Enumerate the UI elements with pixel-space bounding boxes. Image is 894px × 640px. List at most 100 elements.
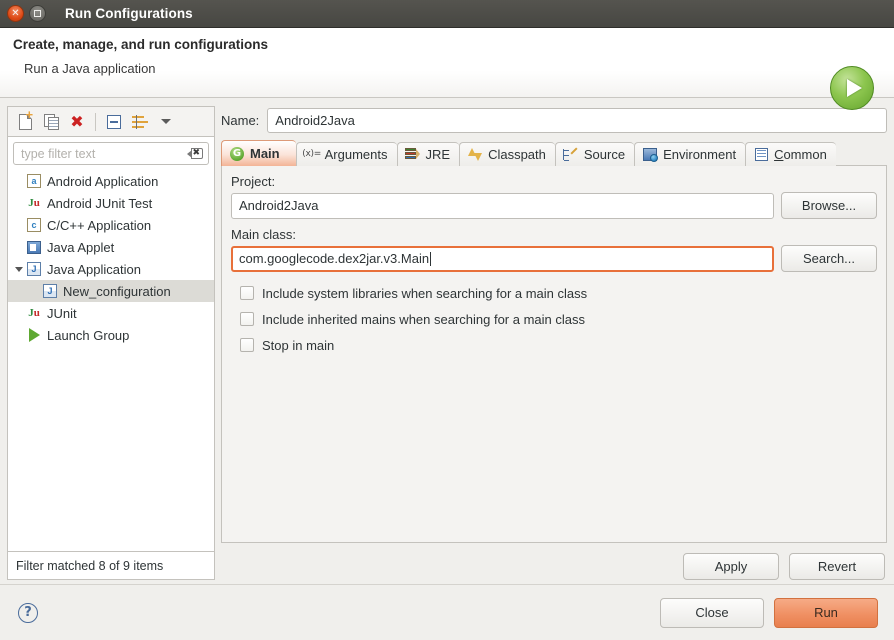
tab-source[interactable]: Source [554, 142, 635, 166]
maximize-glyph [34, 10, 41, 17]
apply-button[interactable]: Apply [683, 553, 779, 580]
header-banner: Create, manage, and run configurations R… [0, 28, 894, 110]
run-play-circle [830, 66, 874, 110]
include-system-libraries-row[interactable]: Include system libraries when searching … [240, 280, 877, 306]
stop-in-main-checkbox[interactable] [240, 338, 254, 352]
tree-item-label: C/C++ Application [47, 217, 152, 233]
project-row: Android2Java Browse... [231, 192, 877, 219]
tab-main[interactable]: G Main [221, 140, 296, 166]
help-icon[interactable]: ? [18, 602, 38, 623]
tab-label-rest: ommon [783, 147, 827, 162]
tree-item-label: Android JUnit Test [47, 195, 153, 211]
red-x-icon: ✖ [70, 111, 84, 131]
text-cursor [430, 251, 432, 266]
tab-label: Arguments [324, 147, 388, 162]
tree-item-android-application[interactable]: a Android Application [8, 170, 214, 192]
tree-item-junit[interactable]: Ju JUnit [8, 302, 214, 324]
configurations-toolbar: ✖ [7, 106, 215, 136]
arguments-icon: (x)= [302, 149, 321, 159]
main-class-value: com.googlecode.dex2jar.v3.Main [239, 251, 430, 266]
search-button[interactable]: Search... [781, 245, 877, 272]
main-class-label: Main class: [231, 227, 297, 242]
tree-item-java-applet[interactable]: Java Applet [8, 236, 214, 258]
revert-button[interactable]: Revert [789, 553, 885, 580]
browse-button[interactable]: Browse... [781, 192, 877, 219]
tab-classpath[interactable]: Classpath [459, 142, 555, 166]
tab-label-mnemonic: C [774, 147, 784, 162]
maximize-icon[interactable] [29, 5, 46, 22]
include-system-libraries-checkbox[interactable] [240, 286, 254, 300]
java-application-icon: J [26, 261, 42, 277]
run-configurations-dialog: ✕ Run Configurations Create, manage, and… [0, 0, 894, 640]
copy-icon [43, 113, 59, 130]
main-tab-icon: G [229, 146, 245, 162]
tree-item-label: Launch Group [47, 327, 130, 343]
tab-arguments[interactable]: (x)= Arguments [295, 142, 397, 166]
tree-item-label: New_configuration [63, 283, 171, 299]
close-button[interactable]: Close [660, 597, 764, 628]
configurations-pane: ✖ type filter text ✖ [7, 106, 215, 580]
tree-item-label: Android Application [47, 173, 159, 189]
configuration-name-input[interactable]: Android2Java [267, 107, 887, 133]
window-title: Run Configurations [65, 6, 193, 21]
run-play-triangle [847, 79, 862, 97]
tree-item-c-cpp-application[interactable]: c C/C++ Application [8, 214, 214, 236]
tab-label: Classpath [488, 147, 546, 162]
configurations-tree-box: type filter text ✖ a Android Application [7, 136, 215, 552]
tab-jre[interactable]: JRE [396, 142, 460, 166]
close-icon[interactable]: ✕ [7, 5, 24, 22]
tree-item-label: Java Application [47, 261, 141, 277]
banner-title: Create, manage, and run configurations [13, 37, 269, 52]
common-icon [753, 147, 769, 163]
view-menu-button[interactable] [153, 110, 179, 134]
main-tab-content: Project: Android2Java Browse... Main cla… [221, 165, 887, 543]
tree-item-new-configuration[interactable]: J New_configuration [8, 280, 214, 302]
configuration-editor-pane: Name: Android2Java G Main (x)= Arguments… [221, 106, 887, 580]
new-launch-configuration-button[interactable] [12, 108, 38, 134]
include-inherited-mains-label: Include inherited mains when searching f… [262, 311, 586, 327]
expand-twisty-icon[interactable] [12, 266, 26, 272]
include-inherited-mains-row[interactable]: Include inherited mains when searching f… [240, 306, 877, 332]
android-application-icon: a [26, 173, 42, 189]
filter-wrapper: type filter text ✖ [8, 137, 214, 167]
tree-item-label: JUnit [47, 305, 77, 321]
filter-icon [132, 114, 148, 129]
collapse-all-button[interactable] [101, 110, 127, 134]
include-inherited-mains-checkbox[interactable] [240, 312, 254, 326]
banner-subtitle: Run a Java application [24, 61, 156, 76]
run-button[interactable]: Run [774, 597, 878, 628]
tab-label: Environment [663, 147, 737, 162]
delete-launch-configuration-button[interactable]: ✖ [64, 110, 90, 134]
toolbar-separator [95, 112, 96, 131]
configurations-tree[interactable]: a Android Application Ju Android JUnit T… [8, 167, 214, 551]
title-bar: ✕ Run Configurations [0, 0, 894, 28]
apply-revert-row: Apply Revert [221, 543, 887, 580]
tab-environment[interactable]: Environment [634, 142, 746, 166]
search-input[interactable]: type filter text ✖ [13, 142, 209, 165]
project-input[interactable]: Android2Java [231, 192, 774, 219]
chevron-down-icon [161, 119, 171, 124]
name-row: Name: Android2Java [221, 106, 887, 134]
stop-in-main-row[interactable]: Stop in main [240, 332, 877, 358]
tab-label: Main [250, 146, 280, 161]
classpath-icon [467, 147, 483, 163]
tab-common[interactable]: Common [745, 142, 836, 166]
launch-group-icon [26, 327, 42, 343]
filter-configurations-button[interactable] [127, 110, 153, 134]
tree-item-java-application[interactable]: J Java Application [8, 258, 214, 280]
name-label: Name: [221, 112, 260, 128]
tab-label: Source [583, 147, 626, 162]
duplicate-launch-configuration-button[interactable] [38, 110, 64, 134]
dialog-footer: ? Close Run [0, 584, 894, 640]
tree-item-android-junit-test[interactable]: Ju Android JUnit Test [8, 192, 214, 214]
main-class-input[interactable]: com.googlecode.dex2jar.v3.Main [231, 245, 774, 272]
include-system-libraries-label: Include system libraries when searching … [262, 285, 588, 301]
junit-icon: Ju [28, 196, 40, 209]
tab-bar-filler [835, 141, 887, 166]
clear-icon[interactable]: ✖ [187, 148, 203, 159]
source-icon [563, 146, 579, 163]
search-placeholder: type filter text [21, 146, 96, 161]
tree-item-launch-group[interactable]: Launch Group [8, 324, 214, 346]
main-class-group: Main class: com.googlecode.dex2jar.v3.Ma… [231, 227, 877, 272]
dialog-body: ✖ type filter text ✖ [0, 98, 894, 580]
